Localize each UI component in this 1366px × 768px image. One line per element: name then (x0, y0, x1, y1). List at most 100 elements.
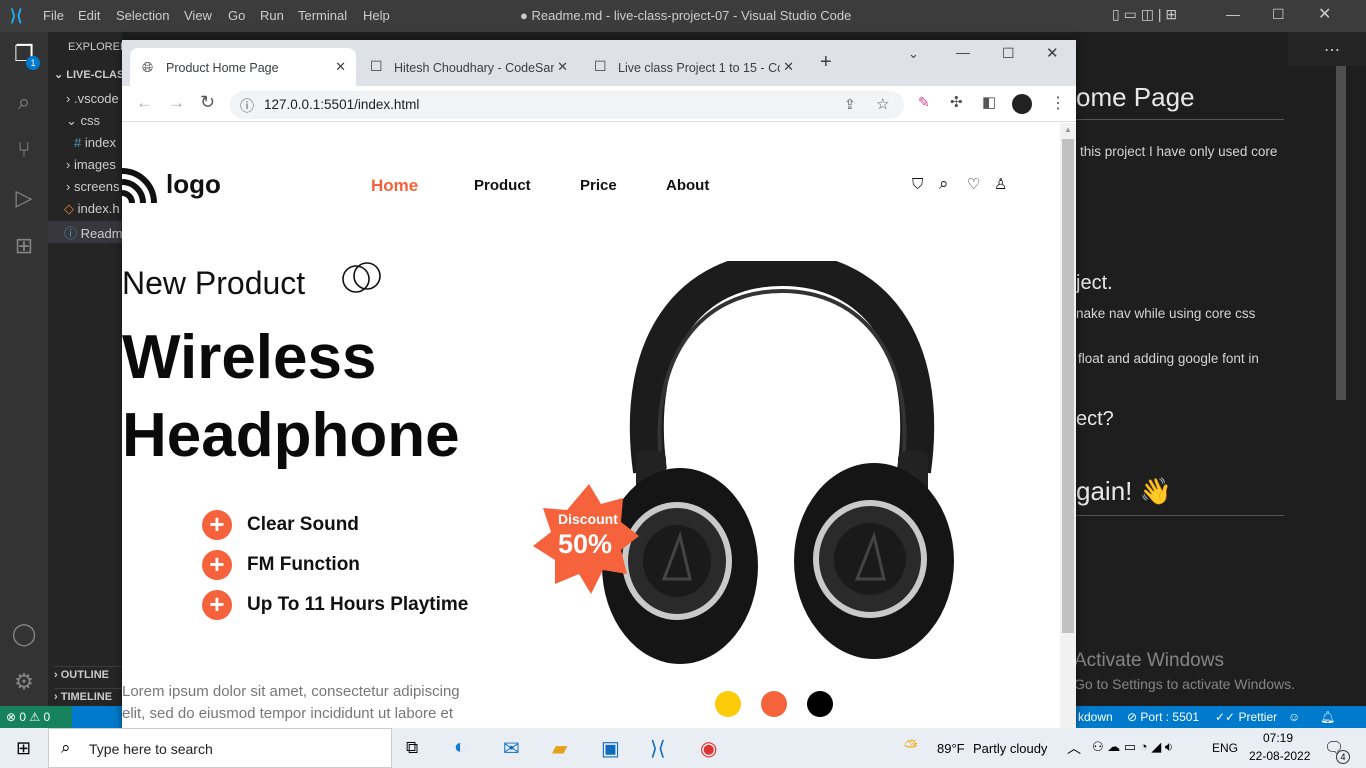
input-language[interactable]: ENG (1212, 741, 1238, 755)
user-icon[interactable]: ♙ (994, 175, 1007, 193)
weather-desc[interactable]: Partly cloudy (973, 741, 1047, 756)
bookmark-star-icon[interactable]: ☆ (876, 95, 889, 113)
prettier-status[interactable]: ✓✓ Prettier (1215, 710, 1277, 724)
info-icon[interactable]: ⓘ (240, 96, 254, 116)
problems-status[interactable]: ⊗ 0 ⚠ 0 (0, 706, 72, 728)
task-view-icon[interactable]: ⧉ (406, 738, 418, 758)
vscode-taskbar-icon[interactable]: ⟩⟨ (650, 736, 666, 761)
nav-home[interactable]: Home (371, 176, 418, 196)
chrome-maximize-icon[interactable]: ☐ (1002, 45, 1015, 62)
menu-terminal[interactable]: Terminal (298, 8, 347, 23)
search-icon[interactable]: ⌕ (10, 88, 38, 116)
photos-icon[interactable]: ▣ (601, 736, 620, 761)
tree-root[interactable]: ⌄ LIVE-CLASS (54, 68, 122, 81)
tab-product-home[interactable]: 🌐︎ Product Home Page ✕ (130, 48, 356, 86)
page-scrollbar[interactable]: ▲ (1060, 123, 1076, 728)
tree-item-readme[interactable]: ⓘ Readm (48, 221, 122, 243)
run-debug-icon[interactable]: ▷ (10, 184, 38, 212)
feedback-icon[interactable]: ☺ (1288, 710, 1300, 724)
site-logo-text[interactable]: logo (166, 169, 221, 200)
tree-item-index-css[interactable]: # index (74, 135, 116, 150)
more-actions-icon[interactable]: ⋯ (1324, 40, 1340, 60)
tray-chevron-icon[interactable]: ︿ (1067, 738, 1081, 758)
color-option-orange[interactable] (761, 691, 787, 717)
extensions-puzzle-icon[interactable]: ✣ (950, 93, 963, 111)
menu-edit[interactable]: Edit (78, 8, 100, 23)
menu-help[interactable]: Help (363, 8, 390, 23)
chevron-right-icon: › (66, 179, 71, 194)
chrome-close-icon[interactable]: ✕ (1046, 44, 1059, 62)
side-panel-icon[interactable]: ◧ (982, 93, 996, 111)
chrome-taskbar-icon[interactable]: ◉ (700, 736, 717, 761)
share-icon[interactable]: ⇪ (844, 96, 856, 113)
language-mode[interactable]: kdown (1078, 710, 1113, 724)
color-picker-extension-icon[interactable]: ✎ (918, 94, 930, 111)
search-icon[interactable]: ⌕ (939, 174, 949, 194)
tree-item-screens[interactable]: › screens (66, 179, 120, 194)
tree-item-index-html[interactable]: ◇ index.h (64, 201, 120, 217)
color-option-black[interactable] (807, 691, 833, 717)
profile-avatar[interactable] (1012, 94, 1032, 114)
clock-date[interactable]: 22-08-2022 (1249, 749, 1310, 763)
file-explorer-icon[interactable]: ▰ (552, 736, 567, 761)
layout-icons[interactable]: ▯ ▭ ◫ | ⊞ (1112, 6, 1177, 23)
chrome-menu-icon[interactable]: ⋮ (1050, 93, 1066, 113)
account-icon[interactable]: ◯ (10, 620, 38, 648)
scroll-up-icon[interactable]: ▲ (1064, 125, 1072, 134)
clock-time[interactable]: 07:19 (1263, 731, 1293, 745)
nav-price[interactable]: Price (580, 177, 617, 194)
editor-scrollbar[interactable] (1336, 66, 1346, 400)
bell-icon[interactable]: 🔔︎ (1320, 710, 1335, 724)
tree-item-images[interactable]: › images (66, 157, 116, 172)
timeline-section[interactable]: › TIMELINE (54, 688, 122, 703)
live-server-port[interactable]: ⊘ Port : 5501 (1127, 710, 1199, 724)
forward-icon[interactable]: → (168, 93, 185, 113)
tray-icons[interactable]: ⚇ ☁ ▭ ◔ ◢ 🔉︎ (1092, 739, 1173, 755)
menu-go[interactable]: Go (228, 8, 245, 23)
basket-icon[interactable]: ⛉ (912, 176, 923, 193)
tab-close-icon[interactable]: ✕ (557, 59, 568, 75)
tab-live-class[interactable]: ☐ Live class Project 1 to 15 - Cod ✕ (582, 48, 804, 86)
menu-selection[interactable]: Selection (116, 8, 169, 23)
preview-heading: ome Page (1076, 82, 1284, 120)
new-tab-button[interactable]: + (820, 51, 832, 74)
outline-section[interactable]: › OUTLINE (54, 666, 122, 681)
settings-gear-icon[interactable]: ⚙ (10, 668, 38, 696)
tab-search-icon[interactable]: ⌄ (908, 46, 919, 62)
menu-file[interactable]: File (43, 8, 64, 23)
extensions-icon[interactable]: ⊞ (10, 232, 38, 260)
menu-run[interactable]: Run (260, 8, 284, 23)
markdown-preview: ⋯ ome Page this project I have only used… (1076, 32, 1366, 706)
chrome-minimize-icon[interactable]: — (956, 44, 970, 60)
weather-temp[interactable]: 89°F (937, 741, 965, 756)
logo-mark-icon[interactable] (122, 167, 158, 203)
heart-icon[interactable]: ♡ (967, 175, 980, 193)
vscode-titlebar: ⟩⟨ File Edit Selection View Go Run Termi… (0, 0, 1366, 32)
preview-subheading: ect? (1076, 408, 1114, 430)
color-option-yellow[interactable] (715, 691, 741, 717)
tab-close-icon[interactable]: ✕ (335, 59, 346, 75)
edge-icon[interactable]: ◐ (454, 736, 466, 759)
windows-start-icon[interactable]: ⊞ (16, 738, 31, 759)
maximize-icon[interactable]: ☐ (1272, 6, 1285, 23)
close-icon[interactable]: ✕ (1318, 4, 1331, 24)
vscode-logo-icon: ⟩⟨ (10, 8, 23, 25)
menu-view[interactable]: View (184, 8, 212, 23)
weather-icon[interactable]: ⛅︎ (904, 737, 918, 757)
mail-icon[interactable]: ✉ (503, 736, 520, 761)
tree-item-vscode[interactable]: › .vscode (66, 91, 119, 106)
back-icon[interactable]: ← (136, 93, 153, 113)
search-icon: ⌕ (61, 738, 71, 757)
taskbar-search-box[interactable]: ⌕ Type here to search (48, 728, 392, 768)
tab-codesandbox[interactable]: ☐ Hitesh Choudhary - CodeSand ✕ (358, 48, 578, 86)
scrollbar-thumb[interactable] (1062, 139, 1074, 633)
tab-close-icon[interactable]: ✕ (783, 59, 794, 75)
url-text[interactable]: 127.0.0.1:5501/index.html (264, 97, 419, 112)
nav-product[interactable]: Product (474, 177, 531, 194)
source-control-icon[interactable]: ⑂ (10, 136, 38, 164)
minimize-icon[interactable]: — (1226, 6, 1240, 22)
tree-item-css[interactable]: ⌄ css (66, 113, 100, 129)
nav-about[interactable]: About (666, 177, 709, 194)
address-bar[interactable]: ⓘ 127.0.0.1:5501/index.html ⇪ ☆ (230, 91, 904, 119)
reload-icon[interactable]: ↻ (200, 92, 215, 113)
